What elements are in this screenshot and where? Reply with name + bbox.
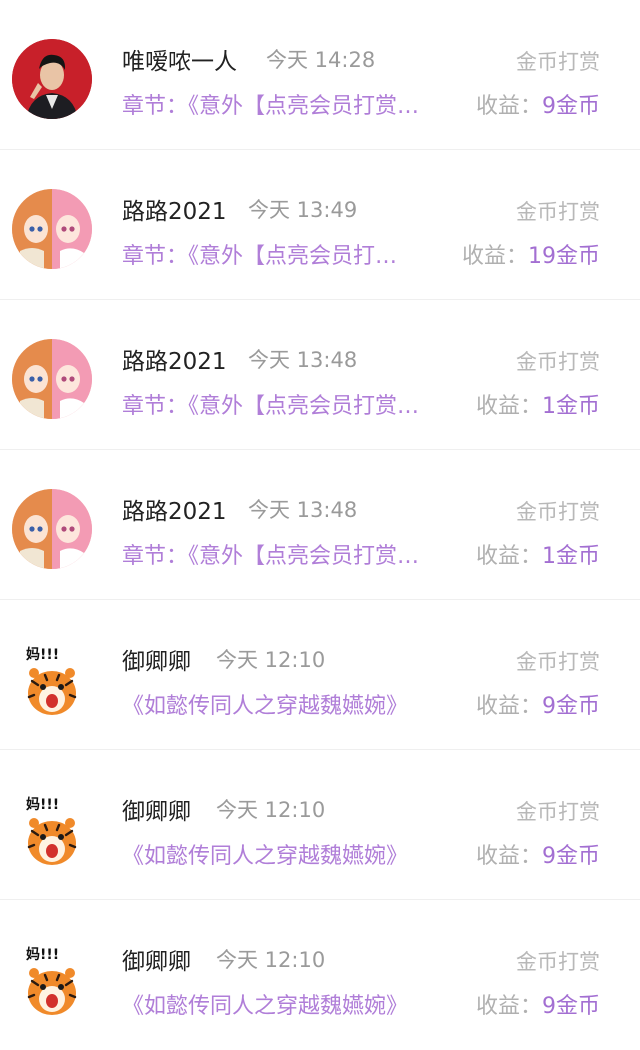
income: 收益：9金币	[476, 88, 600, 120]
reward-record-row[interactable]: 妈!!! 御卿卿 今天 12:10 金币打赏 《如懿传同人之穿越魏嬿婉》 收益：…	[0, 600, 640, 750]
user-name: 路路2021	[122, 199, 227, 225]
reward-time: 今天 14:28	[266, 48, 376, 72]
reward-time: 今天 12:10	[216, 948, 326, 972]
income: 收益：19金币	[462, 238, 600, 270]
tiger-sticker-avatar[interactable]: 妈!!!	[12, 789, 92, 869]
anime-girls-avatar[interactable]	[12, 489, 92, 569]
chapter-title[interactable]: 章节：《意外【点亮会员打赏…	[122, 388, 464, 420]
income: 收益：1金币	[476, 388, 600, 420]
reward-time: 今天 13:49	[248, 198, 358, 222]
chapter-title[interactable]: 《如懿传同人之穿越魏嬿婉》	[122, 838, 452, 870]
reward-time: 今天 12:10	[216, 798, 326, 822]
income-label: 收益：	[475, 844, 542, 869]
income-value: 9金币	[542, 994, 600, 1019]
tiger-sticker-avatar[interactable]: 妈!!!	[12, 939, 92, 1019]
income-value: 9金币	[542, 694, 600, 719]
income-value: 19金币	[528, 244, 600, 269]
income-label: 收益：	[475, 394, 542, 419]
reward-type: 金币打赏	[516, 950, 600, 974]
income-label: 收益：	[475, 544, 542, 569]
sticker-text: 妈!!!	[26, 646, 59, 663]
income-label: 收益：	[475, 94, 542, 119]
chapter-title[interactable]: 章节：《意外【点亮会员打赏…	[122, 88, 464, 120]
reward-time: 今天 12:10	[216, 648, 326, 672]
reward-type: 金币打赏	[516, 800, 600, 824]
user-name: 御卿卿	[122, 649, 191, 675]
income-value: 9金币	[542, 844, 600, 869]
user-name: 路路2021	[122, 499, 227, 525]
man-in-suit-avatar[interactable]	[12, 39, 92, 119]
reward-record-row[interactable]: 路路2021 今天 13:48 金币打赏 章节：《意外【点亮会员打赏… 收益：1…	[0, 450, 640, 600]
income-label: 收益：	[461, 244, 528, 269]
reward-time: 今天 13:48	[248, 348, 358, 372]
income-value: 9金币	[542, 94, 600, 119]
reward-record-row[interactable]: 唯嗳哝一人 今天 14:28 金币打赏 章节：《意外【点亮会员打赏… 收益：9金…	[0, 0, 640, 150]
income-value: 1金币	[542, 394, 600, 419]
reward-type: 金币打赏	[516, 200, 600, 224]
reward-record-list: 唯嗳哝一人 今天 14:28 金币打赏 章节：《意外【点亮会员打赏… 收益：9金…	[0, 0, 640, 1035]
tiger-sticker-avatar[interactable]: 妈!!!	[12, 639, 92, 719]
reward-type: 金币打赏	[516, 50, 600, 74]
income: 收益：1金币	[476, 538, 600, 570]
reward-type: 金币打赏	[516, 350, 600, 374]
chapter-title[interactable]: 《如懿传同人之穿越魏嬿婉》	[122, 988, 452, 1020]
chapter-title[interactable]: 章节：《意外【点亮会员打赏…	[122, 538, 464, 570]
income-label: 收益：	[475, 994, 542, 1019]
user-name: 御卿卿	[122, 949, 191, 975]
income-value: 1金币	[542, 544, 600, 569]
anime-girls-avatar[interactable]	[12, 189, 92, 269]
reward-record-row[interactable]: 路路2021 今天 13:48 金币打赏 章节：《意外【点亮会员打赏… 收益：1…	[0, 300, 640, 450]
user-name: 路路2021	[122, 349, 227, 375]
user-name: 御卿卿	[122, 799, 191, 825]
reward-time: 今天 13:48	[248, 498, 358, 522]
chapter-title[interactable]: 《如懿传同人之穿越魏嬿婉》	[122, 688, 452, 720]
income-label: 收益：	[475, 694, 542, 719]
anime-girls-avatar[interactable]	[12, 339, 92, 419]
income: 收益：9金币	[476, 838, 600, 870]
reward-record-row[interactable]: 路路2021 今天 13:49 金币打赏 章节：《意外【点亮会员打… 收益：19…	[0, 150, 640, 300]
reward-record-row[interactable]: 妈!!! 御卿卿 今天 12:10 金币打赏 《如懿传同人之穿越魏嬿婉》 收益：…	[0, 900, 640, 1050]
sticker-text: 妈!!!	[26, 796, 59, 813]
user-name: 唯嗳哝一人	[122, 49, 237, 75]
reward-record-row[interactable]: 妈!!! 御卿卿 今天 12:10 金币打赏 《如懿传同人之穿越魏嬿婉》 收益：…	[0, 750, 640, 900]
sticker-text: 妈!!!	[26, 946, 59, 963]
income: 收益：9金币	[476, 688, 600, 720]
reward-type: 金币打赏	[516, 650, 600, 674]
chapter-title[interactable]: 章节：《意外【点亮会员打…	[122, 238, 442, 270]
income: 收益：9金币	[476, 988, 600, 1020]
reward-type: 金币打赏	[516, 500, 600, 524]
